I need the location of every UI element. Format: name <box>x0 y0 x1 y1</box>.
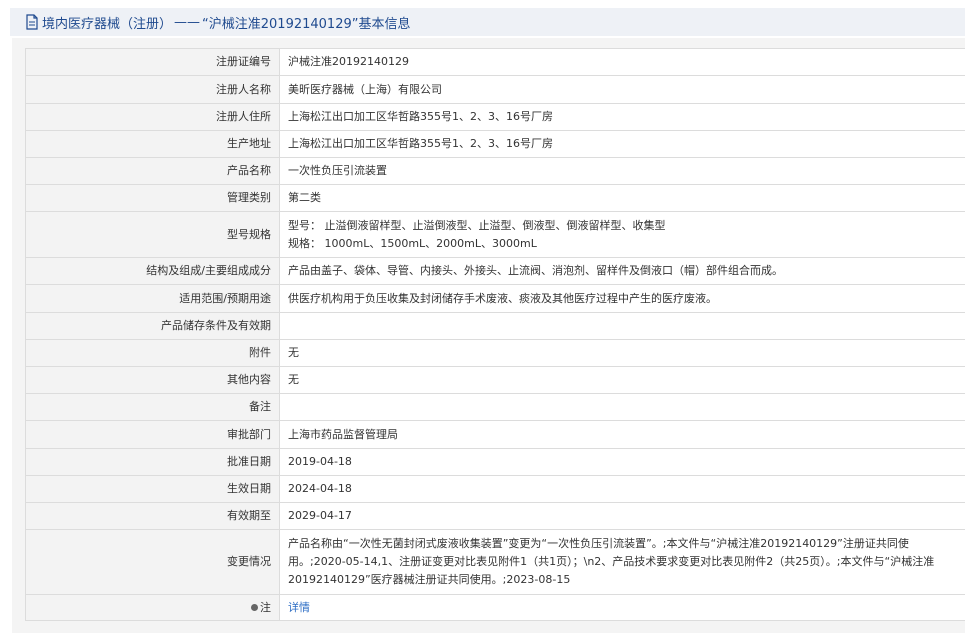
row-label: 注册人名称 <box>25 75 280 104</box>
row-label: 批准日期 <box>25 448 280 476</box>
table-row: 管理类别 第二类 <box>25 184 965 212</box>
model-line: 型号： 止溢倒液留样型、止溢倒液型、止溢型、倒液型、倒液留样型、收集型 <box>288 218 666 232</box>
row-value: 型号： 止溢倒液留样型、止溢倒液型、止溢型、倒液型、倒液留样型、收集型 规格： … <box>279 211 965 258</box>
row-value: 供医疗机构用于负压收集及封闭储存手术废液、痰液及其他医疗过程中产生的医疗废液。 <box>279 284 965 313</box>
header-separator: —— <box>174 14 201 30</box>
table-row: 批准日期 2019-04-18 <box>25 448 965 476</box>
row-label: 结构及组成/主要组成成分 <box>25 257 280 285</box>
record-title: “沪械注准20192140129”基本信息 <box>202 16 411 32</box>
table-row: 注册人名称 美昕医疗器械（上海）有限公司 <box>25 75 965 104</box>
row-label: 变更情况 <box>25 529 280 595</box>
page-header: 境内医疗器械（注册） —— “沪械注准20192140129”基本信息 <box>10 8 965 36</box>
table-row: 适用范围/预期用途 供医疗机构用于负压收集及封闭储存手术废液、痰液及其他医疗过程… <box>25 284 965 313</box>
row-label: 附件 <box>25 339 280 367</box>
row-label: 备注 <box>25 393 280 421</box>
dot-icon <box>251 603 258 611</box>
table-row: 注册证编号 沪械注准20192140129 <box>25 48 965 76</box>
table-row: 变更情况 产品名称由“一次性无菌封闭式废液收集装置”变更为“一次性负压引流装置”… <box>25 529 965 595</box>
row-label: 有效期至 <box>25 502 280 530</box>
row-value: 第二类 <box>279 184 965 212</box>
memo-label: 注 <box>260 600 271 614</box>
table-row: 备注 <box>25 393 965 421</box>
row-value: 一次性负压引流装置 <box>279 157 965 185</box>
table-row: 其他内容 无 <box>25 366 965 394</box>
memo-value-cell: 详情 <box>279 594 965 621</box>
row-value: 美昕医疗器械（上海）有限公司 <box>279 75 965 104</box>
spec-line: 规格： 1000mL、1500mL、2000mL、3000mL <box>288 236 537 250</box>
change-history-value: 产品名称由“一次性无菌封闭式废液收集装置”变更为“一次性负压引流装置”。;本文件… <box>279 529 965 595</box>
table-row: 型号规格 型号： 止溢倒液留样型、止溢倒液型、止溢型、倒液型、倒液留样型、收集型… <box>25 211 965 258</box>
row-label: 其他内容 <box>25 366 280 394</box>
memo-label-cell: 注 <box>25 594 280 621</box>
row-value: 上海松江出口加工区华哲路355号1、2、3、16号厂房 <box>279 130 965 158</box>
row-value: 上海松江出口加工区华哲路355号1、2、3、16号厂房 <box>279 103 965 131</box>
row-label: 产品储存条件及有效期 <box>25 312 280 340</box>
row-value: 2024-04-18 <box>279 475 965 503</box>
row-label: 生效日期 <box>25 475 280 503</box>
document-icon <box>26 14 38 30</box>
row-value: 无 <box>279 339 965 367</box>
row-value: 无 <box>279 366 965 394</box>
row-value: 2019-04-18 <box>279 448 965 476</box>
row-value <box>279 393 965 421</box>
table-row: 注 详情 <box>25 594 965 621</box>
table-row: 生产地址 上海松江出口加工区华哲路355号1、2、3、16号厂房 <box>25 130 965 158</box>
row-label: 型号规格 <box>25 211 280 258</box>
row-value: 上海市药品监督管理局 <box>279 420 965 449</box>
table-row: 产品名称 一次性负压引流装置 <box>25 157 965 185</box>
table-row: 审批部门 上海市药品监督管理局 <box>25 420 965 449</box>
row-label: 管理类别 <box>25 184 280 212</box>
table-row: 注册人住所 上海松江出口加工区华哲路355号1、2、3、16号厂房 <box>25 103 965 131</box>
table-row: 有效期至 2029-04-17 <box>25 502 965 530</box>
table-row: 结构及组成/主要组成成分 产品由盖子、袋体、导管、内接头、外接头、止流阀、消泡剂… <box>25 257 965 285</box>
row-label: 产品名称 <box>25 157 280 185</box>
row-label: 生产地址 <box>25 130 280 158</box>
category-link[interactable]: 境内医疗器械（注册） <box>42 13 172 32</box>
row-value: 产品由盖子、袋体、导管、内接头、外接头、止流阀、消泡剂、留样件及倒液口（帽）部件… <box>279 257 965 285</box>
table-row: 附件 无 <box>25 339 965 367</box>
row-value: 2029-04-17 <box>279 502 965 530</box>
row-label: 注册人住所 <box>25 103 280 131</box>
row-value: 沪械注准20192140129 <box>279 48 965 76</box>
info-table: 注册证编号 沪械注准20192140129 注册人名称 美昕医疗器械（上海）有限… <box>25 48 965 621</box>
row-value <box>279 312 965 340</box>
row-label: 注册证编号 <box>25 48 280 76</box>
details-link[interactable]: 详情 <box>288 601 310 614</box>
table-row: 生效日期 2024-04-18 <box>25 475 965 503</box>
table-row: 产品储存条件及有效期 <box>25 312 965 340</box>
row-label: 审批部门 <box>25 420 280 449</box>
row-label: 适用范围/预期用途 <box>25 284 280 313</box>
